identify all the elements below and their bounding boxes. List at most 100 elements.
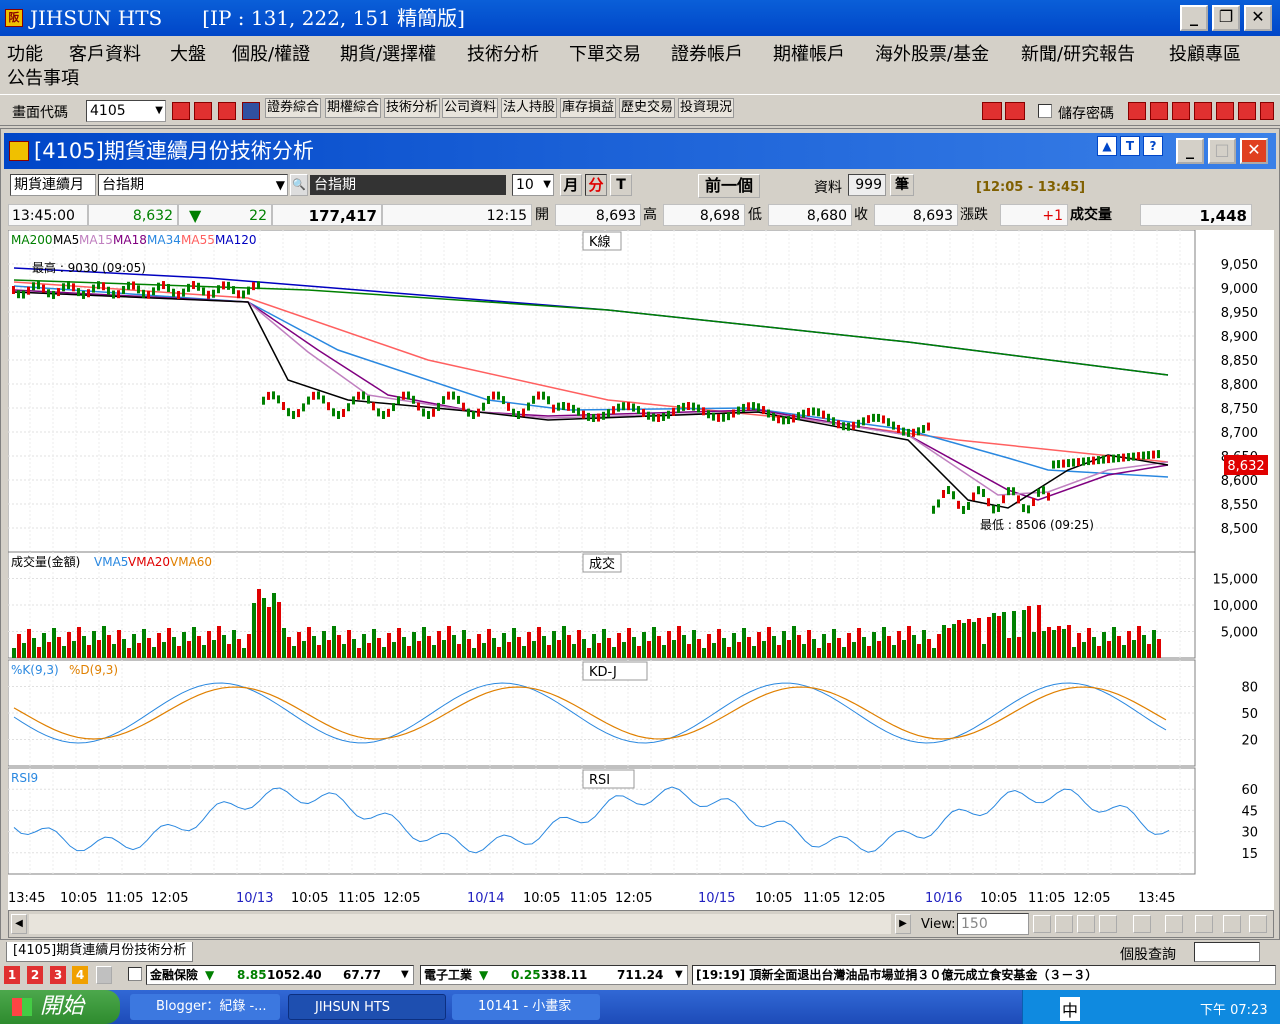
link-invest[interactable]: 投資現況 [678, 98, 735, 118]
chevron-down-icon[interactable]: ▼ [675, 966, 683, 984]
task-jihsun[interactable]: JIHSUN HTS [288, 994, 446, 1020]
folder-icon[interactable] [194, 102, 212, 120]
chart-scrollbar[interactable]: ◀ ▶ View: 150 [8, 910, 1274, 938]
symbol-select[interactable]: 台指期 ▼ [98, 174, 288, 196]
menu-advisor[interactable]: 投顧專區 [1169, 40, 1241, 66]
pen-icon[interactable] [1223, 915, 1241, 933]
zoom-in-icon[interactable] [1033, 915, 1051, 933]
copy-icon[interactable] [1165, 915, 1183, 933]
data-unit-button[interactable]: 筆 [890, 174, 914, 196]
candle [452, 391, 455, 400]
stock-query-input[interactable] [1194, 942, 1260, 962]
up-icon[interactable]: ▲ [1097, 136, 1117, 156]
search-icon[interactable] [172, 102, 190, 120]
zoom-icon[interactable] [1077, 915, 1095, 933]
gift-icon[interactable] [1238, 102, 1256, 120]
volume-bar [692, 630, 696, 658]
chart-type-icon[interactable] [1133, 915, 1151, 933]
page-2-button[interactable]: 2 [27, 966, 43, 984]
type-select[interactable]: 期貨連續月 [10, 174, 96, 196]
ticker-settings-icon[interactable] [96, 966, 112, 984]
candle [982, 488, 985, 497]
tick-button[interactable]: T [610, 174, 632, 196]
arrow-right-icon[interactable] [1005, 102, 1025, 120]
chevron-down-icon[interactable]: ▼ [543, 175, 551, 195]
print-icon[interactable] [218, 102, 236, 120]
menu-stock[interactable]: 個股/權證 [232, 40, 310, 66]
candle [912, 428, 915, 437]
chart-area[interactable]: 9,050 9,000 8,950 8,900 8,850 8,800 8,750 8,700… [7, 229, 1274, 910]
maximize-button[interactable]: ❐ [1212, 5, 1240, 31]
calc-icon[interactable] [1216, 102, 1234, 120]
close-button[interactable]: ✕ [1244, 5, 1272, 31]
link-inventory[interactable]: 庫存損益 [560, 98, 617, 118]
tool-icon[interactable] [1194, 102, 1212, 120]
scroll-right-icon[interactable]: ▶ [895, 914, 911, 934]
month-button[interactable]: 月 [560, 174, 582, 196]
menu-market[interactable]: 大盤 [170, 40, 206, 66]
link-sec-summary[interactable]: 證券綜合 [265, 98, 322, 118]
link-fut-summary[interactable]: 期權綜合 [325, 98, 382, 118]
news-ticker[interactable]: [19:19] 頂新全面退出台灣油品市場並捐３０億元成立食安基金（３－３） [692, 965, 1276, 985]
menu-sec-account[interactable]: 證券帳戶 [671, 40, 743, 66]
refresh-icon[interactable] [1099, 915, 1117, 933]
child-minimize-button[interactable]: _ [1176, 138, 1204, 164]
candle [717, 413, 720, 422]
data-count-input[interactable]: 999 [848, 174, 886, 196]
help-icon[interactable]: ? [1143, 136, 1163, 156]
menu-tech[interactable]: 技術分析 [467, 40, 539, 66]
arrow-left-icon[interactable] [982, 102, 1002, 120]
page-4-button[interactable]: 4 [72, 966, 88, 984]
edit-icon[interactable] [1128, 102, 1146, 120]
menu-notice[interactable]: 公告事項 [7, 64, 79, 90]
prev-button[interactable]: 前一個 [698, 174, 760, 198]
volume-bar [317, 645, 321, 658]
tab-4105[interactable]: [4105]期貨連續月份技術分析 [6, 942, 194, 962]
link-tech[interactable]: 技術分析 [384, 98, 441, 118]
menu-news[interactable]: 新聞/研究報告 [1021, 40, 1135, 66]
window-icon[interactable] [1195, 915, 1213, 933]
chevron-down-icon[interactable]: ▼ [401, 966, 409, 984]
menu-function[interactable]: 功能 [7, 40, 43, 66]
child-title: [4105]期貨連續月份技術分析 [34, 139, 314, 163]
save-password-checkbox[interactable] [1038, 104, 1052, 118]
zoom-out-icon[interactable] [1055, 915, 1073, 933]
chevron-down-icon[interactable]: ▼ [276, 175, 285, 195]
t-icon[interactable]: T [1120, 136, 1140, 156]
period-select[interactable]: 10 ▼ [512, 174, 554, 196]
code-input[interactable]: 4105 ▼ [86, 100, 166, 122]
link-history[interactable]: 歷史交易 [619, 98, 676, 118]
page-1-button[interactable]: 1 [4, 966, 20, 984]
dropdown-icon[interactable] [242, 102, 260, 120]
chart-svg[interactable]: 9,050 9,000 8,950 8,900 8,850 8,800 8,750 8,700… [7, 229, 1274, 910]
settings-icon[interactable] [1249, 915, 1267, 933]
scroll-left-icon[interactable]: ◀ [11, 914, 27, 934]
scroll-track[interactable] [29, 914, 891, 934]
task-blogger[interactable]: Blogger：紀錄 -... [130, 994, 280, 1020]
menu-customer[interactable]: 客戶資料 [69, 40, 141, 66]
menu-order[interactable]: 下單交易 [569, 40, 641, 66]
menu-futures[interactable]: 期貨/選擇權 [340, 40, 436, 66]
search-icon[interactable]: 🔍 [290, 174, 308, 196]
link-institution[interactable]: 法人持股 [501, 98, 558, 118]
menu-fut-account[interactable]: 期權帳戶 [773, 40, 845, 66]
child-maximize-button[interactable]: □ [1208, 138, 1236, 164]
task-paint[interactable]: 10141 - 小畫家 [452, 994, 600, 1020]
child-close-button[interactable]: ✕ [1240, 138, 1268, 164]
page-3-button[interactable]: 3 [50, 966, 66, 984]
minimize-button[interactable]: _ [1180, 5, 1208, 31]
volume-bar [1107, 641, 1111, 658]
minute-button[interactable]: 分 [585, 174, 607, 196]
printer-icon[interactable] [1172, 102, 1190, 120]
menu-overseas[interactable]: 海外股票/基金 [875, 40, 989, 66]
candle [417, 402, 420, 411]
link-company[interactable]: 公司資料 [442, 98, 499, 118]
candle [187, 283, 190, 292]
more-icon[interactable] [1260, 102, 1274, 120]
ticker-checkbox[interactable] [128, 967, 142, 981]
view-input[interactable]: 150 [957, 913, 1029, 935]
candle [867, 415, 870, 424]
chevron-down-icon[interactable]: ▼ [155, 101, 163, 121]
ime-indicator[interactable]: 中 [1060, 997, 1081, 1021]
mail-icon[interactable] [1150, 102, 1168, 120]
